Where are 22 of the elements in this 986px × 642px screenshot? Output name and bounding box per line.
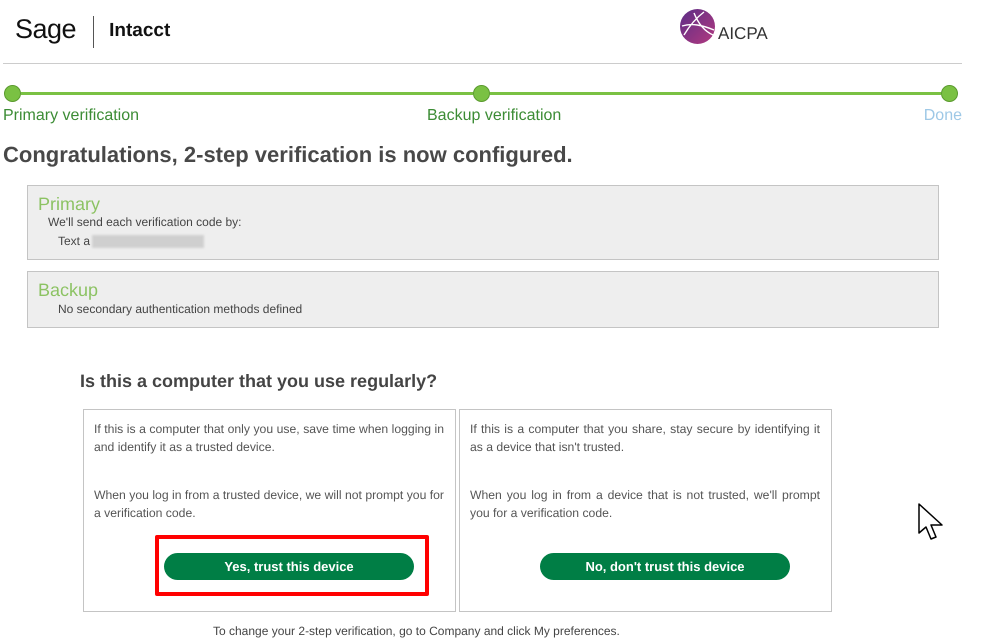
- step-label: Done: [924, 107, 962, 125]
- step-label: Backup verification: [427, 107, 562, 125]
- method-detail: Text a: [58, 233, 90, 249]
- mouse-pointer-icon: [918, 503, 945, 541]
- option-text: If this is a computer that you share, stay secure by identifying it as a device that isn't trusted.: [470, 421, 820, 456]
- product-name: Intacct: [109, 18, 170, 42]
- brand-logo: Sage: [15, 12, 76, 46]
- trust-button[interactable]: No, don't trust this device: [540, 553, 790, 580]
- partner-logo-text: AICPA: [718, 25, 768, 43]
- page-heading: Congratulations, 2-step verification is now configured.: [3, 142, 574, 168]
- footer-note: To change your 2-step verification, go to Company and click My preferences.: [213, 623, 621, 639]
- option-text: When you log in from a device that is not trusted, we'll prompt you for a verification code.: [470, 487, 820, 522]
- trust-button[interactable]: Yes, trust this device: [164, 553, 414, 580]
- question-heading: Is this a computer that you use regularly?: [80, 370, 438, 392]
- method-description: We'll send each verification code by:: [48, 214, 243, 230]
- option-text: When you log in from a trusted device, we will not prompt you for a verification code.: [94, 487, 444, 522]
- globe-logo-icon: [680, 9, 715, 44]
- option-text: If this is a computer that only you use, save time when logging in and identify it as a trusted device.: [94, 421, 444, 456]
- method-title: Primary: [38, 194, 101, 214]
- method-title: Backup: [38, 280, 100, 300]
- method-detail: No secondary authentication methods defined: [58, 301, 302, 317]
- step-label: Primary verification: [3, 107, 140, 125]
